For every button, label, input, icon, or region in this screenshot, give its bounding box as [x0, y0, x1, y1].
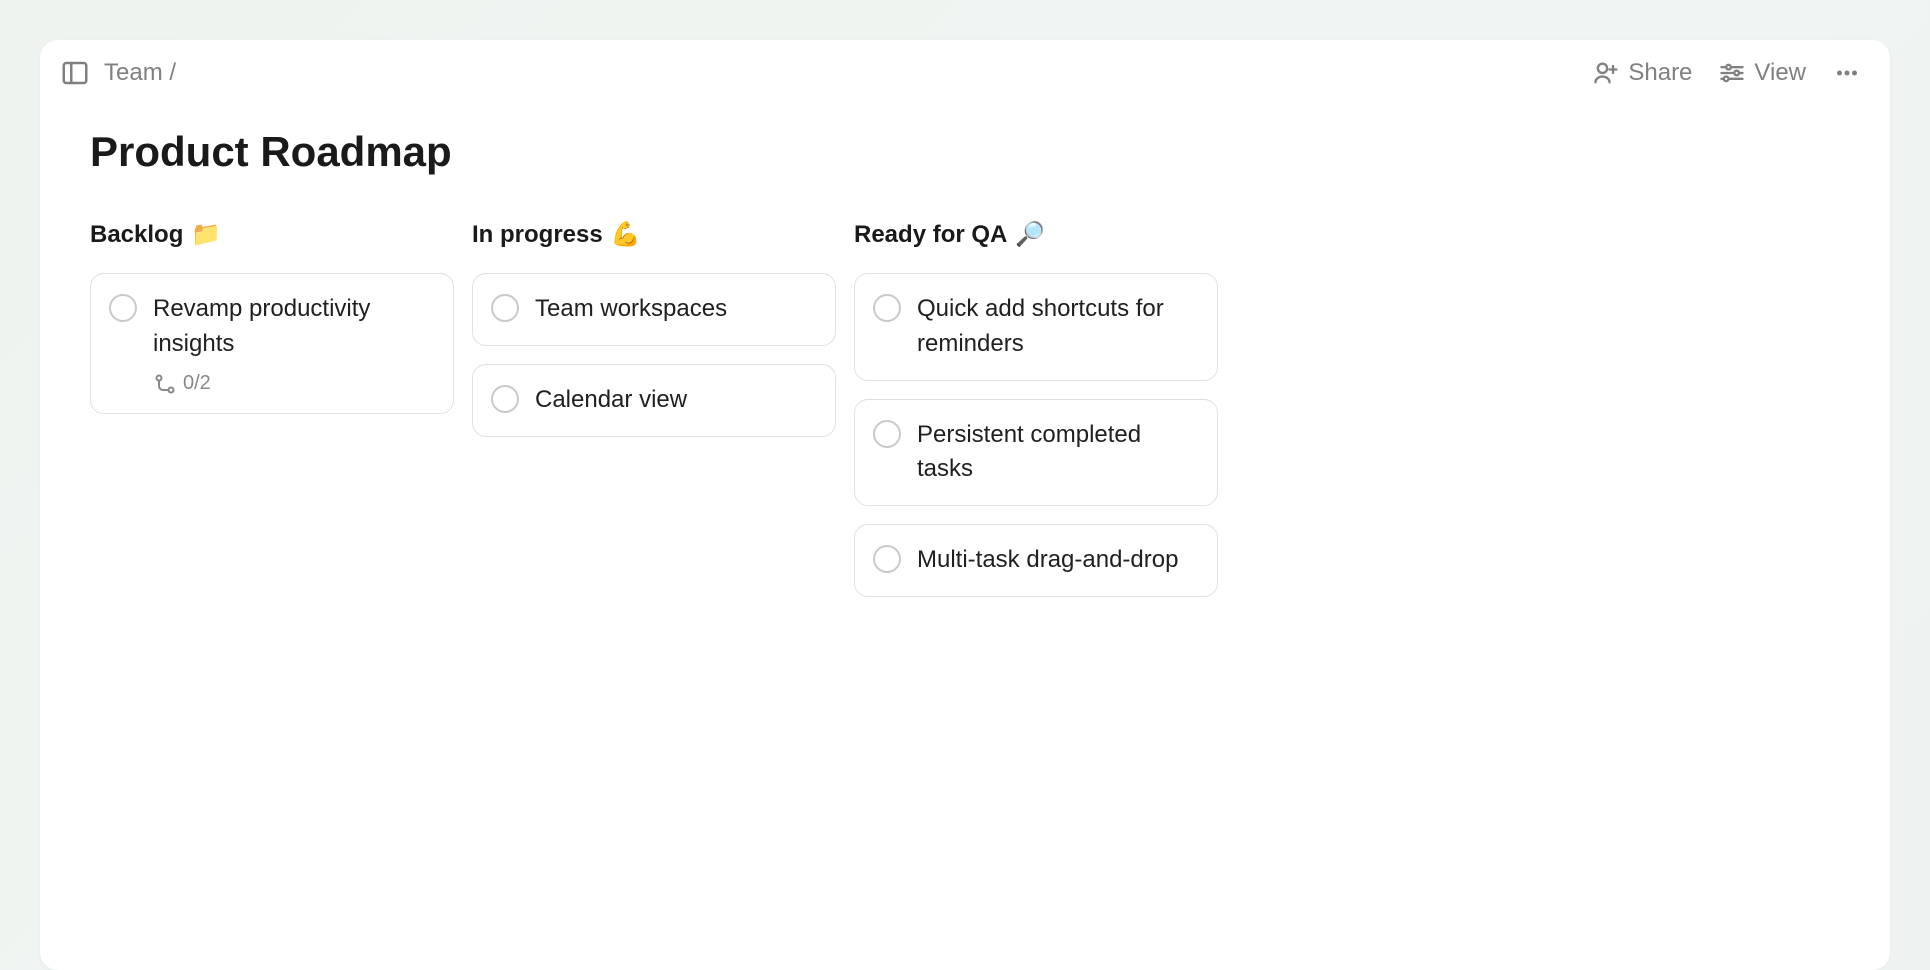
- task-subtask-meta: 0/2: [153, 372, 433, 395]
- task-checkbox[interactable]: [109, 294, 137, 322]
- column-ready-qa: Ready for QA 🔎 Quick add shortcuts for r…: [854, 220, 1218, 615]
- task-checkbox[interactable]: [491, 294, 519, 322]
- magnifier-icon: 🔎: [1015, 220, 1045, 249]
- content-area: Product Roadmap Backlog 📁 Revamp product…: [40, 98, 1890, 970]
- task-checkbox[interactable]: [491, 385, 519, 413]
- topbar: Team / Share: [40, 40, 1890, 98]
- flex-arm-icon: 💪: [611, 220, 641, 249]
- task-card[interactable]: Revamp productivity insights 0/2: [90, 273, 454, 414]
- task-checkbox[interactable]: [873, 545, 901, 573]
- more-menu-icon[interactable]: [1832, 58, 1862, 88]
- column-backlog: Backlog 📁 Revamp productivity insights: [90, 220, 454, 615]
- sidebar-toggle-icon[interactable]: [60, 58, 90, 88]
- share-label: Share: [1628, 59, 1692, 87]
- kanban-board: Backlog 📁 Revamp productivity insights: [90, 220, 1840, 615]
- column-title: Ready for QA: [854, 221, 1007, 249]
- breadcrumb[interactable]: Team /: [104, 59, 176, 87]
- view-label: View: [1754, 59, 1806, 87]
- task-checkbox[interactable]: [873, 294, 901, 322]
- subtask-count: 0/2: [183, 372, 211, 395]
- main-panel: Team / Share: [40, 40, 1890, 970]
- column-title: In progress: [472, 221, 603, 249]
- task-title: Calendar view: [535, 383, 815, 418]
- view-button[interactable]: View: [1718, 59, 1806, 87]
- task-title: Persistent completed tasks: [917, 418, 1197, 488]
- column-header[interactable]: Backlog 📁: [90, 220, 454, 249]
- column-in-progress: In progress 💪 Team workspaces Calendar v…: [472, 220, 836, 615]
- task-title: Revamp productivity insights: [153, 292, 433, 362]
- task-card[interactable]: Persistent completed tasks: [854, 399, 1218, 507]
- task-checkbox[interactable]: [873, 420, 901, 448]
- task-card[interactable]: Quick add shortcuts for reminders: [854, 273, 1218, 381]
- share-button[interactable]: Share: [1592, 59, 1692, 87]
- subtask-icon: [153, 372, 175, 394]
- task-card[interactable]: Team workspaces: [472, 273, 836, 346]
- column-header[interactable]: In progress 💪: [472, 220, 836, 249]
- sliders-icon: [1718, 59, 1746, 87]
- task-title: Team workspaces: [535, 292, 815, 327]
- task-title: Multi-task drag-and-drop: [917, 543, 1197, 578]
- add-person-icon: [1592, 59, 1620, 87]
- column-header[interactable]: Ready for QA 🔎: [854, 220, 1218, 249]
- task-card[interactable]: Multi-task drag-and-drop: [854, 524, 1218, 597]
- column-title: Backlog: [90, 221, 183, 249]
- task-title: Quick add shortcuts for reminders: [917, 292, 1197, 362]
- folder-icon: 📁: [191, 220, 221, 249]
- task-card[interactable]: Calendar view: [472, 364, 836, 437]
- page-title: Product Roadmap: [90, 128, 1840, 176]
